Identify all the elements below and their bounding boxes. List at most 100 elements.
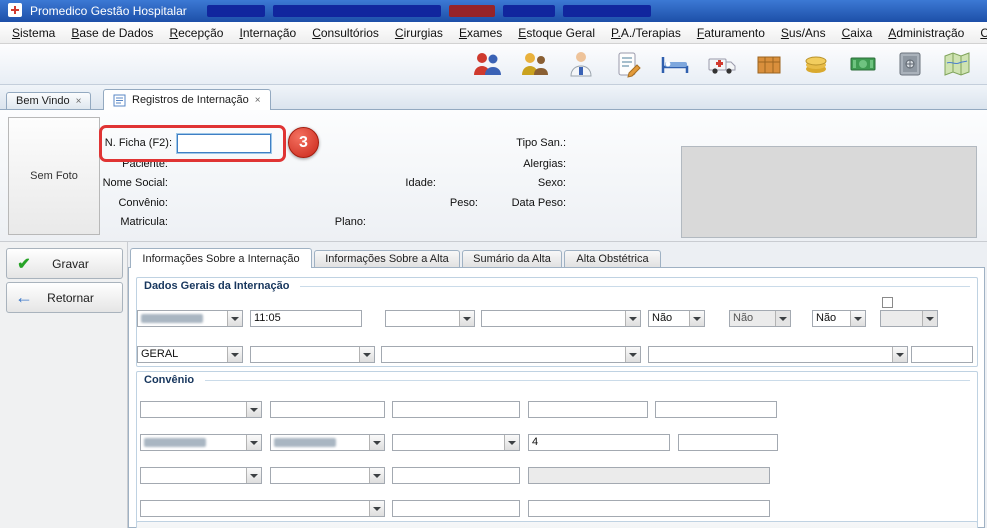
ambulance-icon bbox=[707, 49, 737, 79]
toolbar-button-reception[interactable] bbox=[518, 48, 550, 80]
next-group-stub bbox=[136, 521, 978, 528]
menu-item-estoque-geral[interactable]: Estoque Geral bbox=[510, 23, 603, 43]
day-clinic-checkbox[interactable] bbox=[882, 297, 893, 308]
dropdown-arrow-icon[interactable] bbox=[892, 347, 907, 362]
dropdown-arrow-icon[interactable] bbox=[922, 311, 937, 326]
dt-emissao-combo[interactable] bbox=[270, 434, 385, 451]
photo-placeholder-label: Sem Foto bbox=[30, 170, 78, 182]
prescription-icon bbox=[613, 49, 643, 79]
gravar-button[interactable]: ✔ Gravar bbox=[6, 248, 123, 279]
menu-item-consultorios[interactable]: Consultórios bbox=[304, 23, 387, 43]
dt-internacao-combo[interactable] bbox=[137, 310, 243, 327]
plano-categoria-combo[interactable] bbox=[140, 500, 385, 517]
toolbar-button-billing[interactable] bbox=[800, 48, 832, 80]
qtd-diarias-field[interactable] bbox=[392, 500, 520, 517]
menu-item-recepcao[interactable]: Recepção bbox=[161, 23, 231, 43]
dt-autorizacao-combo[interactable] bbox=[140, 434, 262, 451]
menu-item-internacao[interactable]: Internação bbox=[231, 23, 304, 43]
cod-proced-principal-field[interactable] bbox=[392, 467, 520, 484]
menu-item-custo[interactable]: Custo bbox=[972, 23, 987, 43]
acomodacao-cobrada-combo[interactable] bbox=[140, 467, 262, 484]
convenio-combo[interactable] bbox=[140, 401, 262, 418]
dropdown-arrow-icon[interactable] bbox=[359, 347, 374, 362]
toolbar-button-hospital-bed[interactable] bbox=[659, 48, 691, 80]
n-guia-field[interactable] bbox=[270, 401, 385, 418]
toolbar-button-map[interactable] bbox=[941, 48, 973, 80]
menu-item-sus-ans[interactable]: Sus/Ans bbox=[773, 23, 834, 43]
hospital-bed-icon bbox=[660, 49, 690, 79]
int-vinculada-field[interactable] bbox=[911, 346, 973, 363]
dropdown-arrow-icon[interactable] bbox=[459, 311, 474, 326]
tab-alta-obstetrica[interactable]: Alta Obstétrica bbox=[564, 250, 661, 267]
menu-item-faturamento[interactable]: Faturamento bbox=[689, 23, 773, 43]
menu-item-exames[interactable]: Exames bbox=[451, 23, 510, 43]
toolbar-button-ambulance[interactable] bbox=[706, 48, 738, 80]
dropdown-arrow-icon[interactable] bbox=[246, 468, 261, 483]
peso-label: Peso: bbox=[438, 197, 478, 209]
matricula-label: Matricula: bbox=[88, 216, 168, 228]
redacted-text bbox=[503, 5, 555, 17]
medico-pediu-combo[interactable] bbox=[381, 346, 641, 363]
app-icon bbox=[8, 3, 22, 20]
usar-pacote-combo[interactable]: Não bbox=[812, 310, 866, 327]
dropdown-arrow-icon[interactable] bbox=[369, 501, 384, 516]
dropdown-arrow-icon[interactable] bbox=[775, 311, 790, 326]
matricula-paciente-field[interactable] bbox=[655, 401, 777, 418]
leito-utilizado-combo[interactable] bbox=[481, 310, 641, 327]
dropdown-arrow-icon[interactable] bbox=[850, 311, 865, 326]
dropdown-arrow-icon[interactable] bbox=[369, 468, 384, 483]
convenio-header-label: Convênio: bbox=[88, 197, 168, 209]
toolbar bbox=[0, 44, 987, 85]
tab-label: Bem Vindo bbox=[16, 95, 70, 107]
menu-item-base-de-dados[interactable]: Base de Dados bbox=[63, 23, 161, 43]
dropdown-arrow-icon[interactable] bbox=[227, 347, 242, 362]
n-guia-solicitacao-field[interactable] bbox=[392, 401, 520, 418]
tab-registros-de-internacao[interactable]: Registros de Internação × bbox=[103, 89, 271, 110]
tipo-san-label: Tipo San.: bbox=[496, 137, 566, 149]
categoria-combo[interactable] bbox=[270, 467, 385, 484]
redacted-text bbox=[563, 5, 651, 17]
tipo-atendimento-field[interactable] bbox=[678, 434, 778, 451]
dropdown-arrow-icon[interactable] bbox=[504, 435, 519, 450]
close-icon[interactable]: × bbox=[76, 96, 82, 107]
natureza-tratamento-combo[interactable] bbox=[250, 346, 375, 363]
retornar-button[interactable]: ← Retornar bbox=[6, 282, 123, 313]
dropdown-arrow-icon[interactable] bbox=[625, 311, 640, 326]
local-admissao-combo[interactable]: GERAL bbox=[137, 346, 243, 363]
dropdown-arrow-icon[interactable] bbox=[689, 311, 704, 326]
toolbar-button-stock[interactable] bbox=[753, 48, 785, 80]
dropdown-arrow-icon[interactable] bbox=[625, 347, 640, 362]
toolbar-button-patients[interactable] bbox=[471, 48, 503, 80]
dropdown-arrow-icon[interactable] bbox=[369, 435, 384, 450]
menu-item-pa-terapias[interactable]: P.A./Terapias bbox=[603, 23, 689, 43]
acompanhante-combo[interactable]: Não bbox=[648, 310, 705, 327]
natureza-internacao-combo[interactable] bbox=[392, 434, 520, 451]
menu-bar: Sistema Base de Dados Recepção Internaçã… bbox=[0, 22, 987, 44]
toolbar-button-safe[interactable] bbox=[894, 48, 926, 80]
dropdown-arrow-icon[interactable] bbox=[227, 311, 242, 326]
group-title-rule bbox=[300, 286, 970, 287]
alimen-acompa-combo[interactable]: Não bbox=[729, 310, 791, 327]
menu-item-cirurgias[interactable]: Cirurgias bbox=[387, 23, 451, 43]
medico-responsavel-combo[interactable] bbox=[648, 346, 908, 363]
close-icon[interactable]: × bbox=[255, 95, 261, 106]
toolbar-button-doctor[interactable] bbox=[565, 48, 597, 80]
senha-aih-field[interactable] bbox=[528, 500, 770, 517]
day-clinic-combo[interactable] bbox=[880, 310, 938, 327]
toolbar-button-prescription[interactable] bbox=[612, 48, 644, 80]
senha-atendimento-field[interactable] bbox=[528, 401, 648, 418]
tab-informacoes-internacao[interactable]: Informações Sobre a Internação bbox=[130, 248, 312, 268]
tab-informacoes-alta[interactable]: Informações Sobre a Alta bbox=[314, 250, 460, 267]
menu-item-administracao[interactable]: Administração bbox=[880, 23, 972, 43]
dropdown-arrow-icon[interactable] bbox=[246, 402, 261, 417]
tab-bem-vindo[interactable]: Bem Vindo × bbox=[6, 92, 91, 109]
patients-icon bbox=[472, 49, 502, 79]
toolbar-button-cash[interactable] bbox=[847, 48, 879, 80]
previsao-alta-combo[interactable] bbox=[385, 310, 475, 327]
tab-sumario-alta[interactable]: Sumário da Alta bbox=[462, 250, 562, 267]
menu-item-caixa[interactable]: Caixa bbox=[834, 23, 881, 43]
hora-internacao-field[interactable]: 11:05 bbox=[250, 310, 362, 327]
dropdown-arrow-icon[interactable] bbox=[246, 435, 261, 450]
cod-tipo-internacao-field[interactable]: 4 bbox=[528, 434, 670, 451]
menu-item-sistema[interactable]: Sistema bbox=[4, 23, 63, 43]
